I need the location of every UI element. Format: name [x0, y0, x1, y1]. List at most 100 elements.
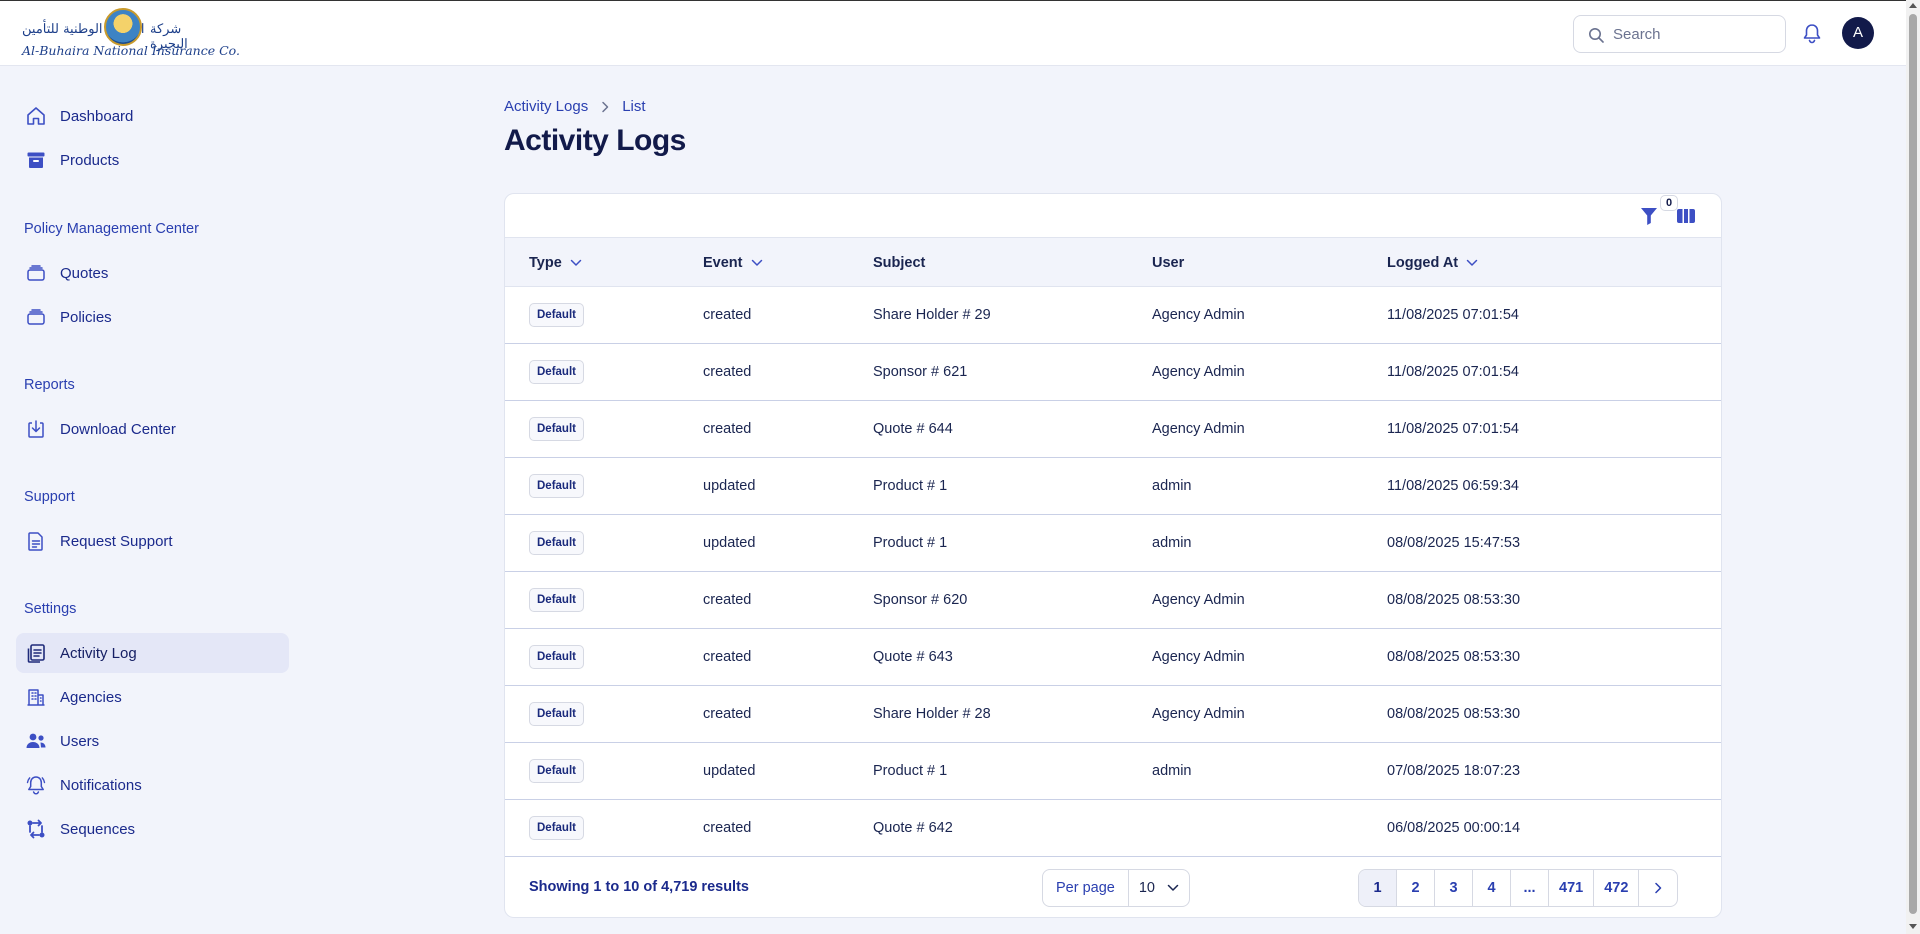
event-cell: created [703, 592, 752, 608]
table-row[interactable]: Default created Sponsor # 620 Agency Adm… [505, 572, 1721, 629]
table-toolbar: 0 [505, 194, 1721, 238]
column-header-logged-at[interactable]: Logged At [1387, 238, 1478, 287]
logged-at-cell: 08/08/2025 08:53:30 [1387, 592, 1521, 608]
sidebar-group-settings[interactable]: Settings [24, 601, 76, 617]
user-cell: Agency Admin [1152, 364, 1245, 380]
pagination: 1 2 3 4 ... 471 472 [1358, 869, 1679, 907]
sidebar-item-label: Agencies [60, 688, 122, 706]
filter-icon[interactable] [1640, 206, 1658, 226]
page-ellipsis: ... [1511, 870, 1549, 906]
brand-logo[interactable]: البحيرة الوطنية للتأمين شركة البحيرة Al-… [22, 8, 240, 60]
type-badge: Default [529, 645, 584, 669]
per-page-selector: Per page 10 [1042, 869, 1190, 907]
clipboard-icon [24, 641, 48, 665]
user-avatar[interactable]: A [1842, 17, 1874, 49]
home-icon [24, 104, 48, 128]
sidebar-item-agencies[interactable]: Agencies [16, 677, 289, 717]
type-badge: Default [529, 702, 584, 726]
sidebar-item-dashboard[interactable]: Dashboard [16, 96, 289, 136]
per-page-value: 10 [1138, 880, 1155, 896]
columns-icon[interactable] [1676, 208, 1696, 224]
subject-cell: Quote # 643 [873, 649, 953, 665]
chevron-right-icon [1655, 882, 1662, 894]
sidebar-group-policy-management[interactable]: Policy Management Center [24, 221, 199, 237]
column-header-subject: Subject [873, 238, 925, 287]
breadcrumb: Activity Logs List [504, 98, 646, 115]
scroll-down-icon[interactable] [1909, 924, 1917, 929]
sidebar-item-policies[interactable]: Policies [16, 297, 289, 337]
type-badge: Default [529, 303, 584, 327]
sidebar-item-activity-log[interactable]: Activity Log [16, 633, 289, 673]
global-search[interactable] [1573, 15, 1786, 53]
table-row[interactable]: Default updated Product # 1 admin 08/08/… [505, 515, 1721, 572]
table-row[interactable]: Default updated Product # 1 admin 07/08/… [505, 743, 1721, 800]
breadcrumb-current[interactable]: List [622, 98, 645, 115]
logged-at-cell: 08/08/2025 08:53:30 [1387, 706, 1521, 722]
sidebar-item-quotes[interactable]: Quotes [16, 253, 289, 293]
event-cell: created [703, 364, 752, 380]
column-header-event[interactable]: Event [703, 238, 763, 287]
page-button-472[interactable]: 472 [1594, 870, 1640, 906]
chevron-right-icon [600, 101, 610, 113]
table-row[interactable]: Default created Sponsor # 621 Agency Adm… [505, 344, 1721, 401]
table-row[interactable]: Default created Quote # 643 Agency Admin… [505, 629, 1721, 686]
type-badge: Default [529, 360, 584, 384]
sidebar-item-request-support[interactable]: Request Support [16, 521, 289, 561]
sidebar-group-support[interactable]: Support [24, 489, 75, 505]
user-cell: admin [1152, 535, 1192, 551]
column-header-type[interactable]: Type [529, 238, 582, 287]
sidebar-item-label: Users [60, 732, 100, 750]
page-button-1[interactable]: 1 [1359, 870, 1397, 906]
scrollbar-thumb[interactable] [1909, 14, 1917, 914]
table-row[interactable]: Default created Share Holder # 29 Agency… [505, 287, 1721, 344]
search-input[interactable] [1613, 24, 1773, 44]
brand-name-english: Al-Buhaira National Insurance Co. [22, 43, 240, 58]
logged-at-cell: 07/08/2025 18:07:23 [1387, 763, 1521, 779]
event-cell: created [703, 706, 752, 722]
scroll-up-icon[interactable] [1909, 3, 1917, 8]
per-page-select[interactable]: 10 [1129, 870, 1189, 906]
type-badge: Default [529, 474, 584, 498]
column-header-label: Subject [873, 254, 926, 271]
chevron-down-icon [1167, 884, 1179, 891]
event-cell: created [703, 307, 752, 323]
user-cell: Agency Admin [1152, 421, 1245, 437]
table-row[interactable]: Default created Share Holder # 28 Agency… [505, 686, 1721, 743]
sidebar-item-products[interactable]: Products [16, 140, 289, 180]
next-page-button[interactable] [1639, 870, 1677, 906]
notifications-bell-icon[interactable] [1802, 23, 1822, 45]
table-row[interactable]: Default created Quote # 642 06/08/2025 0… [505, 800, 1721, 857]
sidebar-item-label: Activity Log [60, 644, 137, 662]
sidebar-item-download-center[interactable]: Download Center [16, 409, 289, 449]
user-cell: Agency Admin [1152, 307, 1245, 323]
breadcrumb-parent-link[interactable]: Activity Logs [504, 98, 588, 115]
type-badge: Default [529, 816, 584, 840]
bell-icon [24, 773, 48, 797]
sidebar-group-reports[interactable]: Reports [24, 377, 75, 393]
stack-icon [24, 305, 48, 329]
sidebar-item-label: Download Center [60, 420, 176, 438]
page-button-4[interactable]: 4 [1473, 870, 1511, 906]
logged-at-cell: 11/08/2025 07:01:54 [1387, 307, 1519, 323]
page-button-471[interactable]: 471 [1549, 870, 1595, 906]
type-badge: Default [529, 588, 584, 612]
chevron-down-icon [1466, 259, 1478, 266]
sidebar-item-label: Products [60, 151, 120, 169]
table-row[interactable]: Default created Quote # 644 Agency Admin… [505, 401, 1721, 458]
logged-at-cell: 11/08/2025 07:01:54 [1387, 421, 1519, 437]
sidebar-item-label: Policies [60, 308, 112, 326]
table-row[interactable]: Default updated Product # 1 admin 11/08/… [505, 458, 1721, 515]
event-cell: created [703, 820, 752, 836]
sidebar-item-users[interactable]: Users [16, 721, 289, 761]
type-badge: Default [529, 759, 584, 783]
logged-at-cell: 06/08/2025 00:00:14 [1387, 820, 1521, 836]
document-icon [24, 529, 48, 553]
sidebar-item-notifications[interactable]: Notifications [16, 765, 289, 805]
page-scrollbar[interactable] [1906, 0, 1920, 934]
arrows-icon [24, 817, 48, 841]
page-button-2[interactable]: 2 [1397, 870, 1435, 906]
sidebar-item-sequences[interactable]: Sequences [16, 809, 289, 849]
search-icon [1589, 28, 1604, 43]
page-button-3[interactable]: 3 [1435, 870, 1473, 906]
user-cell: admin [1152, 763, 1192, 779]
